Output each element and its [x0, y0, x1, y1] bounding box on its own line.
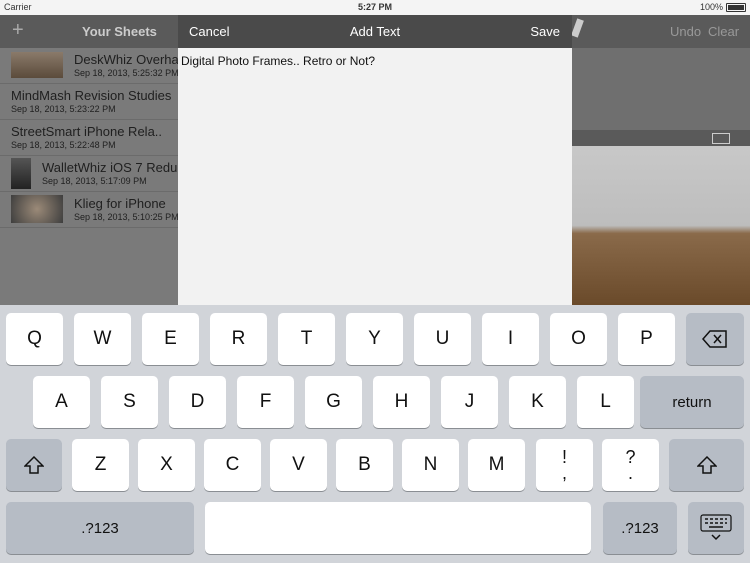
key-f[interactable]: F: [237, 376, 294, 428]
drawing-toolbar: Undo Clear: [571, 15, 750, 48]
sheet-thumbnail: [11, 195, 63, 223]
shift-icon: [696, 456, 717, 474]
key-k[interactable]: K: [509, 376, 566, 428]
key-s[interactable]: S: [101, 376, 158, 428]
sheet-name: MindMash Revision Studies: [11, 88, 172, 103]
key-m[interactable]: M: [468, 439, 525, 491]
key-question-period[interactable]: ?.: [602, 439, 659, 491]
key-symbol: .: [627, 463, 633, 483]
sheet-list-item[interactable]: Klieg for iPhone Sep 18, 2013, 5:10:25 PM: [0, 192, 178, 228]
key-d[interactable]: D: [169, 376, 226, 428]
sheet-list-item[interactable]: WalletWhiz iOS 7 Redu Sep 18, 2013, 5:17:…: [0, 156, 178, 192]
return-key[interactable]: return: [640, 376, 744, 428]
add-sheet-icon[interactable]: +: [12, 19, 24, 42]
key-exclaim-comma[interactable]: !,: [536, 439, 593, 491]
key-b[interactable]: B: [336, 439, 393, 491]
numbers-key-right[interactable]: .?123: [603, 502, 677, 554]
sheet-date: Sep 18, 2013, 5:25:32 PM: [74, 68, 178, 78]
key-w[interactable]: W: [74, 313, 131, 365]
modal-title: Add Text: [349, 24, 401, 39]
key-u[interactable]: U: [414, 313, 471, 365]
pen-icon[interactable]: [571, 18, 584, 38]
key-v[interactable]: V: [270, 439, 327, 491]
add-text-modal: Cancel Add Text Save Digital Photo Frame…: [178, 15, 572, 305]
clock: 5:27 PM: [357, 2, 392, 12]
key-i[interactable]: I: [482, 313, 539, 365]
sheet-name: Klieg for iPhone: [74, 196, 166, 211]
key-g[interactable]: G: [305, 376, 362, 428]
key-a[interactable]: A: [33, 376, 90, 428]
battery-outline-icon: [712, 133, 730, 144]
sheet-date: Sep 18, 2013, 5:22:48 PM: [11, 140, 116, 150]
sheet-name: WalletWhiz iOS 7 Redu: [42, 160, 178, 175]
sheet-date: Sep 18, 2013, 5:10:25 PM: [74, 212, 178, 222]
backspace-icon: [702, 330, 727, 348]
sidebar-header: + Your Sheets: [0, 15, 178, 48]
clear-button[interactable]: Clear: [708, 24, 739, 39]
sheets-sidebar: + Your Sheets DeskWhiz Overha Sep 18, 201…: [0, 15, 178, 305]
battery-indicator: 100%: [700, 2, 746, 12]
key-x[interactable]: X: [138, 439, 195, 491]
battery-percent: 100%: [699, 2, 723, 12]
shift-key-left[interactable]: [6, 439, 62, 491]
key-h[interactable]: H: [373, 376, 430, 428]
key-t[interactable]: T: [278, 313, 335, 365]
key-q[interactable]: Q: [6, 313, 63, 365]
shift-icon: [24, 456, 44, 474]
key-j[interactable]: J: [441, 376, 498, 428]
undo-button[interactable]: Undo: [670, 24, 701, 39]
keyboard-dismiss-icon: [700, 514, 732, 541]
sheet-list-item[interactable]: MindMash Revision Studies Sep 18, 2013, 5…: [0, 84, 178, 120]
key-l[interactable]: L: [577, 376, 634, 428]
key-p[interactable]: P: [618, 313, 675, 365]
sheet-list-item[interactable]: StreetSmart iPhone Rela.. Sep 18, 2013, 5…: [0, 120, 178, 156]
save-button[interactable]: Save: [530, 24, 560, 39]
on-screen-keyboard: Q W E R T Y U I O P A S D F G H J K Lreturn Z X C V B N M!,?. .?12…: [0, 305, 750, 563]
status-bar: Carrier 5:27 PM 100%: [0, 0, 750, 15]
key-symbol: ,: [561, 463, 567, 483]
modal-toolbar: Cancel Add Text Save: [178, 15, 572, 48]
key-n[interactable]: N: [402, 439, 459, 491]
dismiss-keyboard-key[interactable]: [688, 502, 744, 554]
sheet-date: Sep 18, 2013, 5:17:09 PM: [42, 176, 147, 186]
shift-key-right[interactable]: [669, 439, 744, 491]
sheet-name: DeskWhiz Overha: [74, 52, 178, 67]
backspace-key[interactable]: [686, 313, 744, 365]
numbers-key-left[interactable]: .?123: [6, 502, 194, 554]
key-r[interactable]: R: [210, 313, 267, 365]
battery-icon: [726, 2, 746, 12]
space-bar[interactable]: [205, 502, 591, 554]
key-e[interactable]: E: [142, 313, 199, 365]
sheet-name: StreetSmart iPhone Rela..: [11, 124, 163, 139]
sidebar-title: Your Sheets: [82, 24, 157, 39]
sheet-list: DeskWhiz Overha Sep 18, 2013, 5:25:32 PM M…: [0, 48, 178, 228]
key-z[interactable]: Z: [72, 439, 129, 491]
key-y[interactable]: Y: [346, 313, 403, 365]
photo-header-strip: [572, 130, 750, 146]
sheet-list-item[interactable]: DeskWhiz Overha Sep 18, 2013, 5:25:32 PM: [0, 48, 178, 84]
sheet-thumbnail: [11, 158, 31, 189]
sheet-thumbnail: [11, 52, 63, 78]
sheet-date: Sep 18, 2013, 5:23:22 PM: [11, 104, 116, 114]
text-input[interactable]: Digital Photo Frames.. Retro or Not?: [181, 54, 375, 68]
key-o[interactable]: O: [550, 313, 607, 365]
key-c[interactable]: C: [204, 439, 261, 491]
colosseum-photo: [572, 146, 750, 305]
